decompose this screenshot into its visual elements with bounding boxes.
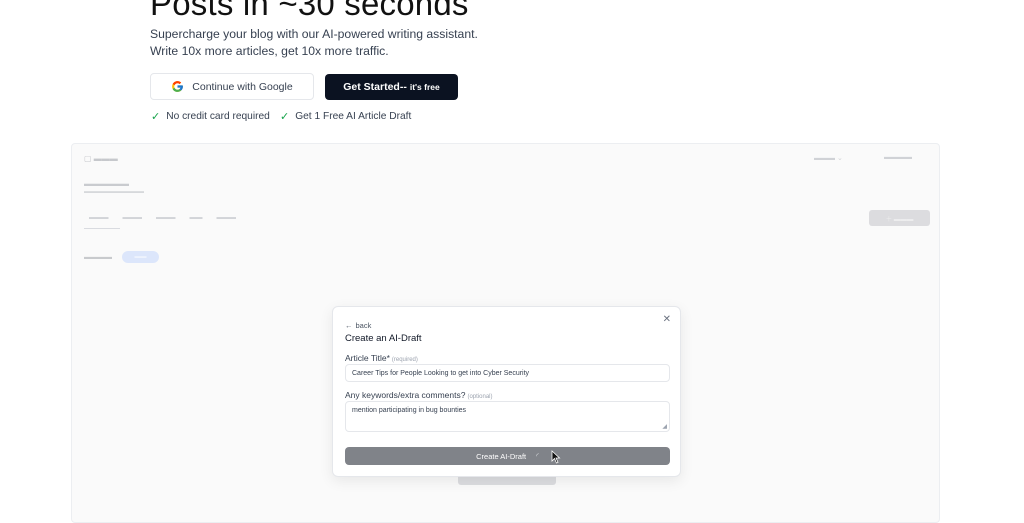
- keywords-textarea[interactable]: mention participating in bug bounties ◢: [345, 401, 670, 432]
- subheadline-1: Supercharge your blog with our AI-powere…: [150, 27, 478, 41]
- close-icon[interactable]: ✕: [663, 315, 671, 325]
- preview-tabs: ▬▬▬ ▬▬▬ ▬▬▬ ▬▬ ▬▬▬: [89, 214, 236, 221]
- mouse-cursor-icon: [551, 450, 561, 464]
- perk-no-credit-card: ✓ No credit card required: [151, 110, 270, 123]
- preview-tab: ▬▬▬: [216, 214, 237, 221]
- preview-badge: ▬▬: [122, 251, 159, 263]
- back-label: back: [355, 321, 372, 330]
- preview-tab-underline: [84, 228, 120, 229]
- headline: Posts in ~30 seconds: [150, 0, 469, 22]
- preview-blog-subtitle: ▬▬▬▬▬▬▬▬▬▬: [84, 189, 144, 195]
- preview-tab: ▬▬: [189, 214, 203, 221]
- create-ai-draft-button[interactable]: Create AI-Draft ◜: [345, 447, 670, 465]
- get-started-label: Get Started--: [343, 81, 407, 93]
- check-icon: ✓: [280, 111, 290, 123]
- arrow-left-icon: ←: [345, 321, 353, 330]
- perk-free-draft: ✓ Get 1 Free AI Article Draft: [280, 110, 411, 123]
- preview-logo: ▢ ▬▬▬: [84, 154, 118, 163]
- optional-hint: (optional): [467, 394, 493, 400]
- perk-label: Get 1 Free AI Article Draft: [295, 111, 412, 122]
- keywords-label: Any keywords/extra comments? (optional): [345, 390, 492, 400]
- article-title-input[interactable]: Career Tips for People Looking to get in…: [345, 364, 670, 382]
- perk-label: No credit card required: [166, 111, 270, 122]
- resize-handle-icon[interactable]: ◢: [662, 423, 667, 430]
- preview-tab: ▬▬▬: [122, 214, 143, 221]
- preview-articles-heading: ▬▬▬▬: [84, 254, 112, 261]
- keywords-label-text: Any keywords/extra comments?: [345, 390, 466, 400]
- preview-tab: ▬▬▬: [89, 214, 109, 221]
- create-ai-draft-label: Create AI-Draft: [476, 451, 527, 461]
- get-started-button[interactable]: Get Started-- it's free: [325, 74, 458, 100]
- google-button-label: Continue with Google: [192, 80, 293, 93]
- article-title-label-text: Article Title*: [345, 353, 390, 363]
- back-link[interactable]: ← back: [345, 321, 371, 330]
- preview-dashboard: ▬▬▬▬: [884, 154, 912, 161]
- modal-title: Create an AI-Draft: [345, 333, 422, 344]
- subheadline-2: Write 10x more articles, get 10x more tr…: [150, 44, 389, 58]
- preview-settings: ▬▬▬ ⌄: [814, 155, 843, 162]
- continue-with-google-button[interactable]: Continue with Google: [150, 73, 314, 100]
- check-icon: ✓: [151, 111, 161, 123]
- google-icon: [172, 81, 184, 92]
- loading-spinner-icon: ◜: [536, 453, 539, 460]
- article-title-label: Article Title* (required): [345, 353, 418, 363]
- preview-tab: ▬▬▬: [156, 214, 176, 221]
- article-title-value: Career Tips for People Looking to get in…: [352, 370, 530, 377]
- keywords-value: mention participating in bug bounties: [352, 407, 467, 414]
- preview-blog-name: ▬▬▬▬▬▬: [84, 179, 129, 188]
- preview-new-button: ＋ ▬▬▬: [869, 210, 930, 226]
- create-draft-modal: ✕ ← back Create an AI-Draft Article Titl…: [332, 306, 681, 477]
- required-hint: (required): [391, 357, 418, 363]
- get-started-suffix: it's free: [409, 82, 440, 92]
